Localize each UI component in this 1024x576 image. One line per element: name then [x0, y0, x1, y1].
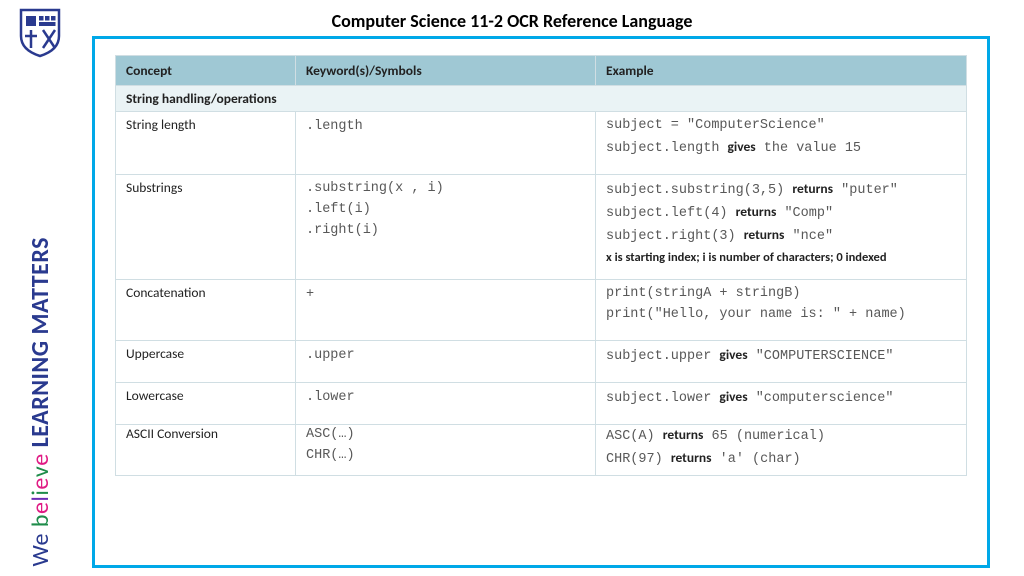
concept-cell: Uppercase — [116, 341, 296, 383]
example-cell: subject.substring(3,5) returns "puter" s… — [596, 174, 967, 279]
concept-cell: Substrings — [116, 174, 296, 279]
concept-cell: Lowercase — [116, 383, 296, 425]
keyword-code: CHR(…) — [306, 446, 585, 467]
left-rail: We believe LEARNING MATTERS — [6, 6, 74, 570]
motto-e3: e — [26, 453, 55, 465]
keyword-cell: + — [296, 280, 596, 341]
motto-b: b — [26, 514, 55, 527]
keyword-code: .left(i) — [306, 200, 585, 221]
motto-text: We believe LEARNING MATTERS — [26, 237, 55, 567]
example-line: subject.right(3) returns "nce" — [606, 225, 956, 248]
motto-e2: e — [26, 477, 55, 489]
keyword-cell: .substring(x , i) .left(i) .right(i) — [296, 174, 596, 279]
keyword-cell: .upper — [296, 341, 596, 383]
concept-cell: ASCII Conversion — [116, 424, 296, 475]
keyword-cell: ASC(…) CHR(…) — [296, 424, 596, 475]
keyword-cell: .lower — [296, 383, 596, 425]
section-title: String handling/operations — [116, 86, 967, 112]
concept-cell: String length — [116, 112, 296, 175]
col-header-keywords: Keyword(s)/Symbols — [296, 56, 596, 86]
example-line: subject.length gives the value 15 — [606, 137, 956, 160]
motto-v: v — [26, 465, 55, 476]
example-line: ASC(A) returns 65 (numerical) — [606, 425, 956, 448]
keyword-code: .upper — [306, 348, 355, 363]
keyword-cell: .length — [296, 112, 596, 175]
reference-table: Concept Keyword(s)/Symbols Example Strin… — [115, 55, 967, 476]
example-line: subject = "ComputerScience" — [606, 116, 956, 137]
motto-learning: LEARNING MATTERS — [26, 237, 55, 453]
motto-e1: e — [26, 501, 55, 513]
motto-l: l — [26, 495, 55, 501]
example-line: subject.upper gives "COMPUTERSCIENCE" — [606, 345, 956, 368]
table-header-row: Concept Keyword(s)/Symbols Example — [116, 56, 967, 86]
row-concatenation: Concatenation + print(stringA + stringB)… — [116, 280, 967, 341]
keyword-code: .right(i) — [306, 221, 585, 242]
keyword-code: + — [306, 287, 314, 302]
col-header-example: Example — [596, 56, 967, 86]
example-line: print(stringA + stringB) — [606, 284, 956, 305]
section-row: String handling/operations — [116, 86, 967, 112]
example-cell: subject.upper gives "COMPUTERSCIENCE" — [596, 341, 967, 383]
keyword-code: .length — [306, 119, 363, 134]
col-header-concept: Concept — [116, 56, 296, 86]
row-ascii-conversion: ASCII Conversion ASC(…) CHR(…) ASC(A) re… — [116, 424, 967, 475]
example-line: subject.substring(3,5) returns "puter" — [606, 179, 956, 202]
keyword-code: ASC(…) — [306, 425, 585, 446]
page-title: Computer Science 11-2 OCR Reference Lang… — [0, 10, 1024, 32]
motto-we: We — [26, 527, 55, 566]
example-cell: ASC(A) returns 65 (numerical) CHR(97) re… — [596, 424, 967, 475]
example-line: subject.left(4) returns "Comp" — [606, 202, 956, 225]
keyword-code: .lower — [306, 390, 355, 405]
keyword-code: .substring(x , i) — [306, 179, 585, 200]
motto-i: i — [26, 489, 55, 495]
example-line: CHR(97) returns 'a' (char) — [606, 448, 956, 471]
example-cell: print(stringA + stringB) print("Hello, y… — [596, 280, 967, 341]
example-line: print("Hello, your name is: " + name) — [606, 305, 956, 326]
content-frame: Concept Keyword(s)/Symbols Example Strin… — [92, 36, 990, 568]
row-lowercase: Lowercase .lower subject.lower gives "co… — [116, 383, 967, 425]
row-substrings: Substrings .substring(x , i) .left(i) .r… — [116, 174, 967, 279]
concept-cell: Concatenation — [116, 280, 296, 341]
row-uppercase: Uppercase .upper subject.upper gives "CO… — [116, 341, 967, 383]
example-line: subject.lower gives "computerscience" — [606, 387, 956, 410]
example-cell: subject.lower gives "computerscience" — [596, 383, 967, 425]
example-cell: subject = "ComputerScience" subject.leng… — [596, 112, 967, 175]
example-note: x is starting index; i is number of char… — [606, 250, 956, 266]
row-string-length: String length .length subject = "Compute… — [116, 112, 967, 175]
